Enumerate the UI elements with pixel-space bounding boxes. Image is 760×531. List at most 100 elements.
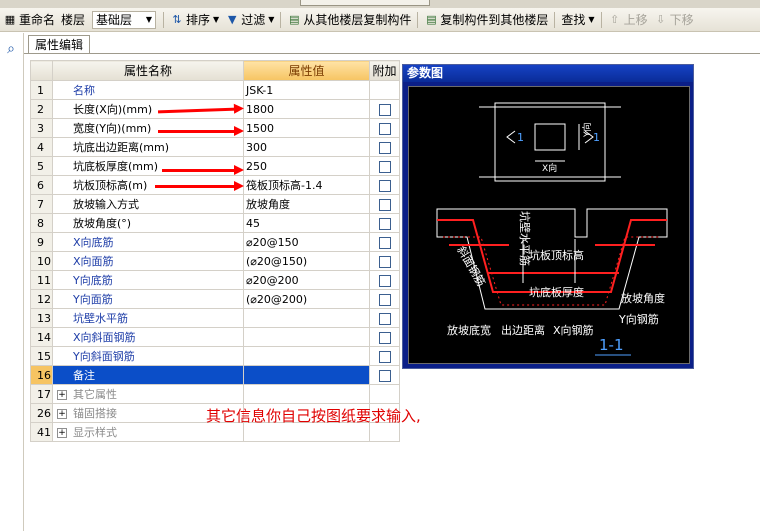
extra-checkbox[interactable]: [378, 312, 391, 325]
property-value[interactable]: (⌀20@150): [243, 251, 370, 271]
table-row[interactable]: 5 坑底板厚度(mm) 250: [30, 156, 400, 176]
move-up-button[interactable]: ⇧ 上移: [605, 9, 651, 31]
table-row[interactable]: 12 Y向面筋 (⌀20@200): [30, 289, 400, 309]
extra-cell: [369, 232, 400, 252]
tab-property-edit[interactable]: 属性编辑: [28, 35, 90, 54]
property-value[interactable]: 1800: [243, 99, 370, 119]
expand-icon[interactable]: +: [57, 390, 67, 400]
property-name[interactable]: X向面筋: [52, 251, 244, 271]
name-column-header[interactable]: 属性名称: [52, 60, 244, 81]
table-row[interactable]: 15 Y向斜面钢筋: [30, 346, 400, 366]
property-value[interactable]: [243, 327, 370, 347]
table-row[interactable]: 9 X向底筋 ⌀20@150: [30, 232, 400, 252]
toolbar-separator: [554, 11, 556, 28]
property-value[interactable]: [243, 346, 370, 366]
extra-checkbox[interactable]: [378, 293, 391, 306]
copy-from-floor-button[interactable]: ▤ 从其他楼层复制构件: [284, 9, 414, 31]
top-tab-edge: [300, 0, 430, 6]
property-name[interactable]: 宽度(Y向)(mm): [52, 118, 244, 138]
property-value[interactable]: [243, 308, 370, 328]
table-row[interactable]: 16 备注: [30, 365, 400, 385]
table-row[interactable]: 13 坑壁水平筋: [30, 308, 400, 328]
property-name[interactable]: 坑底出边距离(mm): [52, 137, 244, 157]
floor-select[interactable]: 基础层 ▼: [92, 10, 157, 29]
extra-column-header[interactable]: 附加: [369, 60, 400, 81]
table-row[interactable]: 8 放坡角度(°) 45: [30, 213, 400, 233]
property-name[interactable]: Y向斜面钢筋: [52, 346, 244, 366]
extra-checkbox[interactable]: [378, 122, 391, 135]
property-value[interactable]: [243, 365, 370, 385]
property-name[interactable]: Y向底筋: [52, 270, 244, 290]
property-name[interactable]: 坑底板厚度(mm): [52, 156, 244, 176]
expand-icon[interactable]: +: [57, 428, 67, 438]
row-number: 10: [30, 251, 53, 271]
pit-section-diagram: 1 1 X向 Y向 坑板顶标高 坑壁水平筋 斜面钢筋 坑底板厚度 放坡角度 Y向…: [436, 102, 668, 356]
group-row[interactable]: 17 + 其它属性: [30, 384, 400, 404]
property-value[interactable]: ⌀20@150: [243, 232, 370, 252]
table-row[interactable]: 14 X向斜面钢筋: [30, 327, 400, 347]
extra-cell: [369, 346, 400, 366]
property-name[interactable]: 放坡输入方式: [52, 194, 244, 214]
property-value[interactable]: 筏板顶标高-1.4: [243, 175, 370, 195]
extra-checkbox[interactable]: [378, 369, 391, 382]
property-name[interactable]: X向底筋: [52, 232, 244, 252]
extra-checkbox[interactable]: [378, 331, 391, 344]
parameter-diagram-canvas: 1 1 X向 Y向 坑板顶标高 坑壁水平筋 斜面钢筋 坑底板厚度 放坡角度 Y向…: [408, 86, 690, 364]
value-column-header[interactable]: 属性值: [243, 60, 370, 81]
property-value[interactable]: JSK-1: [243, 80, 370, 100]
instruction-note: 其它信息你自己按图纸要求输入,: [206, 407, 421, 425]
property-value[interactable]: 300: [243, 137, 370, 157]
table-row[interactable]: 7 放坡输入方式 放坡角度: [30, 194, 400, 214]
extra-checkbox[interactable]: [378, 255, 391, 268]
rename-button[interactable]: ▦ 重命名: [0, 9, 58, 31]
table-row[interactable]: 3 宽度(Y向)(mm) 1500: [30, 118, 400, 138]
extra-checkbox[interactable]: [378, 141, 391, 154]
find-button[interactable]: 查找 ▼: [558, 9, 597, 31]
property-name[interactable]: 坑壁水平筋: [52, 308, 244, 328]
table-row[interactable]: 4 坑底出边距离(mm) 300: [30, 137, 400, 157]
property-name[interactable]: Y向面筋: [52, 289, 244, 309]
copy-to-floor-button[interactable]: ▤ 复制构件到其他楼层: [421, 9, 551, 31]
extra-checkbox[interactable]: [378, 160, 391, 173]
property-name[interactable]: X向斜面钢筋: [52, 327, 244, 347]
property-value[interactable]: 放坡角度: [243, 194, 370, 214]
top-strip: [0, 0, 760, 8]
property-value[interactable]: 250: [243, 156, 370, 176]
row-number-header: [30, 60, 53, 81]
filter-button[interactable]: ▼ 过滤 ▼: [222, 9, 277, 31]
property-value[interactable]: 1500: [243, 118, 370, 138]
extra-checkbox[interactable]: [378, 179, 391, 192]
extra-cell: [369, 308, 400, 328]
property-value[interactable]: (⌀20@200): [243, 289, 370, 309]
table-row[interactable]: 10 X向面筋 (⌀20@150): [30, 251, 400, 271]
move-down-button[interactable]: ⇩ 下移: [651, 9, 697, 31]
row-number: 2: [30, 99, 53, 119]
wall-rebar-label: 坑壁水平筋: [518, 211, 532, 266]
toolbar-separator: [163, 11, 165, 28]
row-number: 6: [30, 175, 53, 195]
out-distance-label: 出边距离: [501, 323, 545, 337]
property-value[interactable]: ⌀20@200: [243, 270, 370, 290]
search-icon[interactable]: ⌕: [2, 41, 20, 59]
red-arrow-width: [158, 126, 244, 136]
extra-checkbox[interactable]: [378, 217, 391, 230]
property-name[interactable]: 放坡角度(°): [52, 213, 244, 233]
table-row[interactable]: 1 名称 JSK-1: [30, 80, 400, 100]
expand-icon[interactable]: +: [57, 409, 67, 419]
extra-checkbox[interactable]: [378, 274, 391, 287]
rename-icon: ▦: [4, 12, 16, 26]
group-label: 显示样式: [73, 426, 117, 439]
group-name[interactable]: + 其它属性: [52, 384, 244, 404]
property-name[interactable]: 备注: [52, 365, 244, 385]
property-value[interactable]: 45: [243, 213, 370, 233]
extra-checkbox[interactable]: [378, 350, 391, 363]
property-name[interactable]: 名称: [52, 80, 244, 100]
table-row[interactable]: 11 Y向底筋 ⌀20@200: [30, 270, 400, 290]
extra-checkbox[interactable]: [378, 198, 391, 211]
extra-checkbox[interactable]: [378, 103, 391, 116]
extra-cell: [369, 384, 400, 404]
tab-divider: [24, 53, 760, 54]
extra-checkbox[interactable]: [378, 236, 391, 249]
property-grid: 属性名称 属性值 附加 1 名称 JSK-1 2 长度(X向)(mm) 1800 3 宽度(Y…: [30, 60, 400, 442]
sort-button[interactable]: ⇅ 排序 ▼: [167, 9, 222, 31]
